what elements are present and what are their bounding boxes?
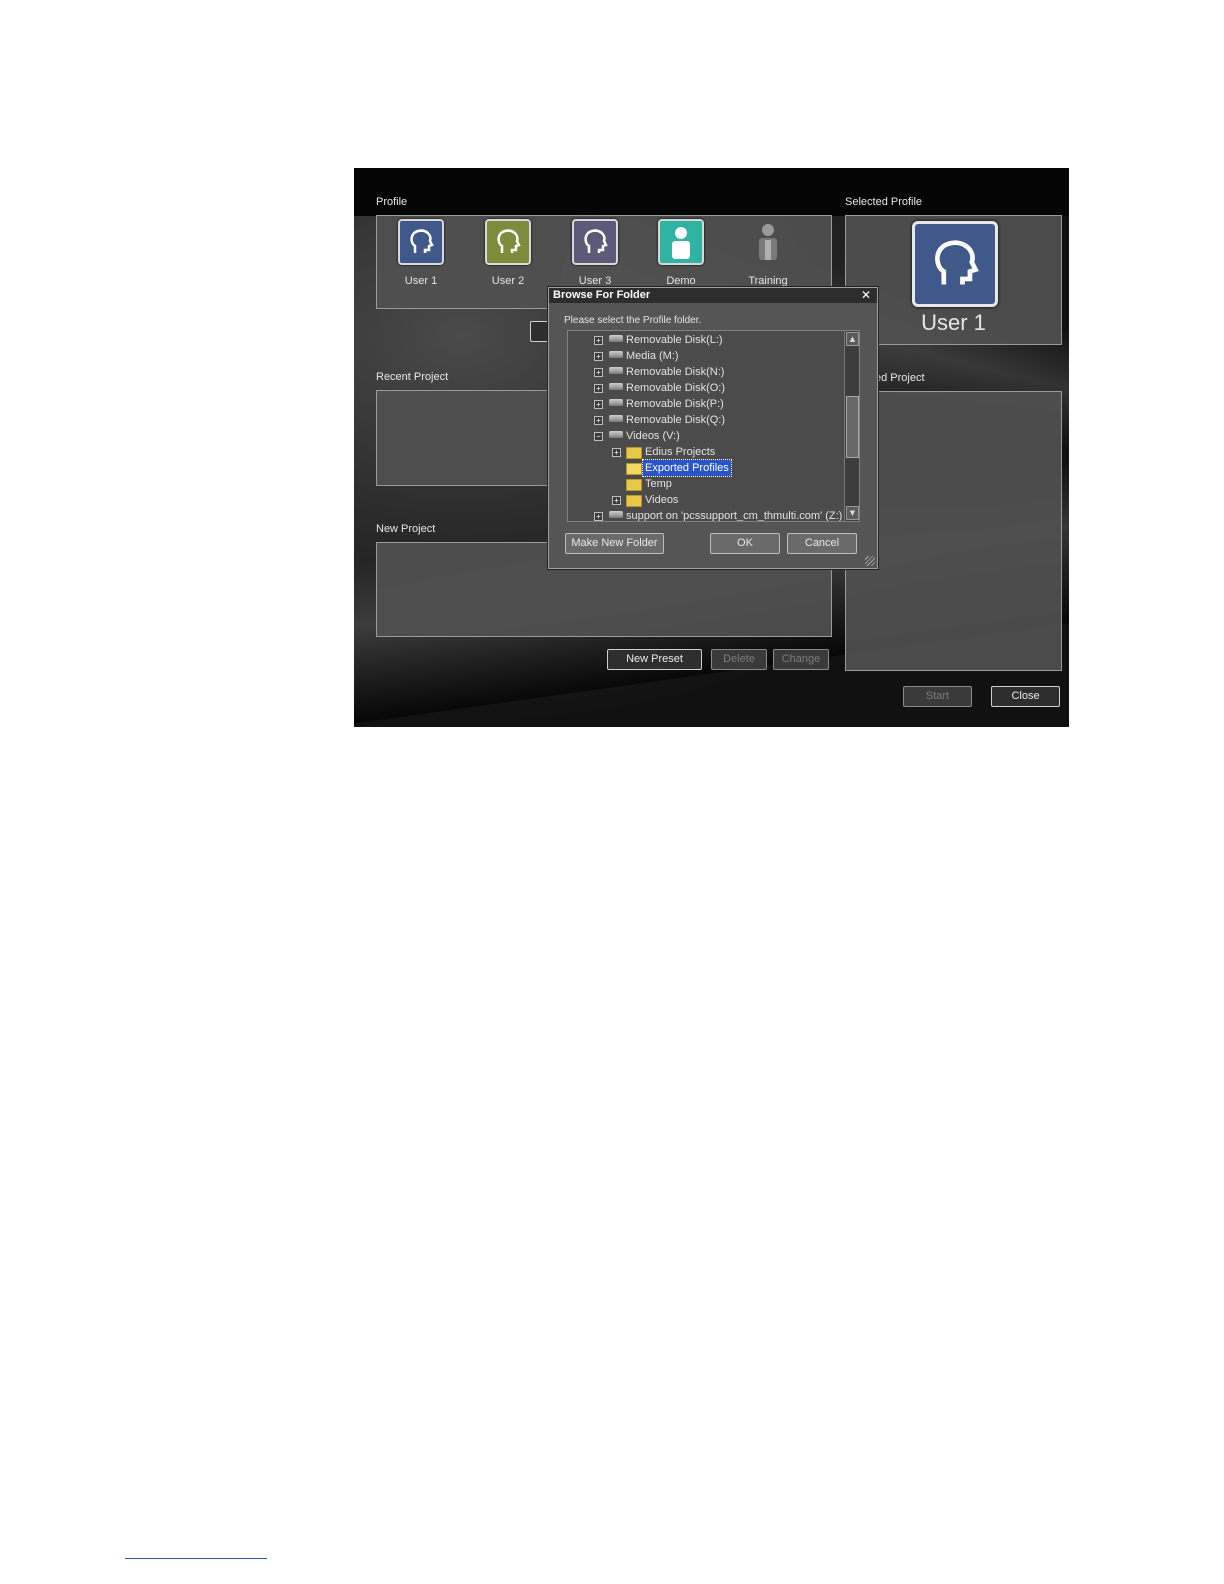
expand-icon[interactable]: + [594, 368, 603, 377]
tree-item-drive[interactable]: + support on 'pcssupport_cm_thmulti.com'… [568, 508, 843, 521]
person-icon [745, 219, 791, 265]
change-button[interactable]: Change [773, 649, 829, 670]
drive-icon [609, 415, 623, 422]
network-drive-icon [609, 511, 623, 518]
start-button[interactable]: Start [903, 686, 972, 707]
profile-name: User 1 [404, 275, 438, 287]
expand-icon[interactable]: + [594, 416, 603, 425]
footnote-rule [125, 1558, 267, 1559]
close-icon[interactable]: ✕ [861, 288, 871, 303]
profile-name: User 3 [578, 275, 612, 287]
expand-icon[interactable]: + [594, 336, 603, 345]
folder-icon [626, 495, 642, 507]
resize-grip-icon[interactable] [865, 556, 875, 566]
recent-project-label: Recent Project [376, 371, 449, 383]
delete-button[interactable]: Delete [711, 649, 767, 670]
expand-icon[interactable]: + [594, 512, 603, 521]
expand-icon[interactable]: + [594, 352, 603, 361]
close-button[interactable]: Close [991, 686, 1060, 707]
expand-icon[interactable]: + [594, 384, 603, 393]
selected-profile-label: Selected Profile [845, 196, 923, 208]
dialog-instruction: Please select the Profile folder. [564, 315, 702, 326]
tree-item-drive[interactable]: + Removable Disk(L:) [568, 332, 843, 348]
tree-item-folder-selected[interactable]: Exported Profiles [568, 459, 843, 477]
user-head-icon [398, 219, 444, 265]
selected-profile-name: User 1 [921, 310, 986, 335]
tree-item-folder[interactable]: + Videos [568, 492, 843, 508]
top-band [354, 168, 1069, 216]
tree-item-drive[interactable]: − Videos (V:) [568, 428, 843, 444]
tree-item-drive[interactable]: + Removable Disk(O:) [568, 380, 843, 396]
make-new-folder-button[interactable]: Make New Folder [565, 533, 664, 554]
drive-icon [609, 399, 623, 406]
scroll-thumb[interactable] [846, 396, 859, 458]
dialog-title: Browse For Folder [549, 288, 877, 303]
tree-item-drive[interactable]: + Media (M:) [568, 348, 843, 364]
new-preset-button[interactable]: New Preset [607, 649, 702, 670]
profile-item-user3[interactable]: User 3 [560, 219, 630, 287]
folder-icon [626, 479, 642, 491]
profile-name: Demo [666, 275, 696, 287]
drive-icon [609, 367, 623, 374]
profile-name: User 2 [491, 275, 525, 287]
tree-item-folder[interactable]: + Edius Projects [568, 444, 843, 460]
ok-button[interactable]: OK [710, 533, 780, 554]
tree-item-drive[interactable]: + Removable Disk(P:) [568, 396, 843, 412]
cancel-button[interactable]: Cancel [787, 533, 857, 554]
scroll-down-icon[interactable]: ▼ [846, 506, 859, 520]
collapse-icon[interactable]: − [594, 432, 603, 441]
right-project-label: ed Project [875, 372, 925, 384]
user-head-icon [572, 219, 618, 265]
expand-icon[interactable]: + [594, 400, 603, 409]
expand-icon[interactable]: + [612, 448, 621, 457]
profile-item-training[interactable]: Training [733, 219, 803, 287]
new-project-label: New Project [376, 523, 436, 535]
browse-for-folder-dialog: Browse For Folder ✕ Please select the Pr… [548, 287, 878, 569]
tree-item-drive[interactable]: + Removable Disk(N:) [568, 364, 843, 380]
drive-icon [609, 383, 623, 390]
folder-icon [626, 447, 642, 459]
open-folder-icon [626, 463, 642, 475]
expand-icon[interactable]: + [612, 496, 621, 505]
profile-item-user2[interactable]: User 2 [473, 219, 543, 287]
person-icon [658, 219, 704, 265]
folder-tree[interactable]: + Removable Disk(L:) + Media (M:) + Remo… [567, 330, 860, 522]
user-head-icon [485, 219, 531, 265]
drive-icon [609, 351, 623, 358]
drive-icon [609, 335, 623, 342]
profile-name: Training [748, 275, 788, 287]
profile-item-demo[interactable]: Demo [646, 219, 716, 287]
scroll-up-icon[interactable]: ▲ [846, 332, 859, 346]
user-head-icon [912, 221, 998, 307]
profile-label: Profile [376, 196, 408, 208]
profile-item-user1[interactable]: User 1 [386, 219, 456, 287]
drive-icon [609, 431, 623, 438]
tree-scrollbar[interactable]: ▲ ▼ [844, 331, 859, 521]
tree-item-drive[interactable]: + Removable Disk(Q:) [568, 412, 843, 428]
tree-item-folder[interactable]: Temp [568, 476, 843, 492]
